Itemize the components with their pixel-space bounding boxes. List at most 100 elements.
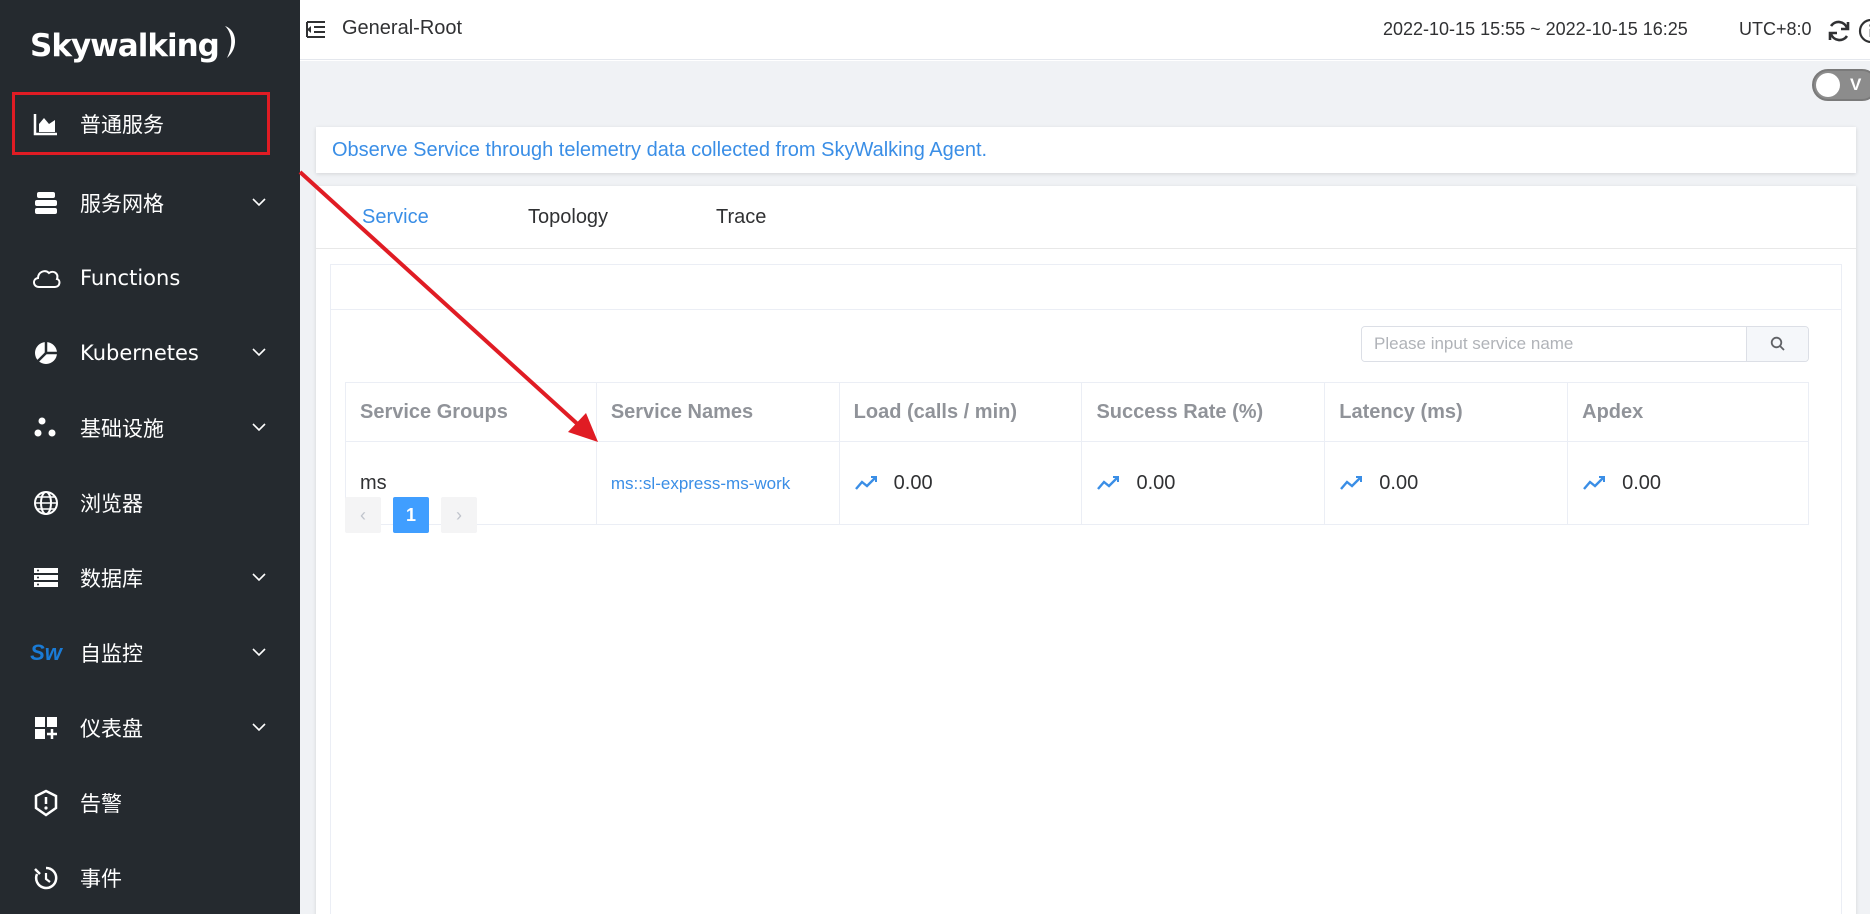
sidebar-item-label: 数据库 bbox=[80, 566, 143, 591]
sidebar-item-label: 服务网格 bbox=[80, 191, 164, 216]
visualize-toggle[interactable]: V bbox=[1812, 69, 1870, 101]
layer-description: Observe Service through telemetry data c… bbox=[332, 139, 988, 161]
load-value: 0.00 bbox=[893, 471, 933, 494]
latency-value: 0.00 bbox=[1379, 471, 1419, 494]
sidebar-item-infrastructure[interactable]: 基础设施 bbox=[0, 390, 300, 465]
service-list-widget: Service Groups Service Names Load (calls… bbox=[330, 264, 1842, 914]
service-search bbox=[1361, 326, 1809, 362]
sidebar-item-alarm[interactable]: 告警 bbox=[0, 765, 300, 840]
sidebar-item-label: 自监控 bbox=[80, 641, 143, 666]
latency-cell: 0.00 bbox=[1324, 441, 1569, 525]
refresh-icon[interactable] bbox=[1826, 18, 1852, 44]
success-rate-cell: 0.00 bbox=[1081, 441, 1326, 525]
main-content: Observe Service through telemetry data c… bbox=[300, 112, 1870, 914]
trend-line-icon[interactable] bbox=[1096, 475, 1120, 491]
sidebar-item-label: 普通服务 bbox=[80, 112, 164, 137]
sidebar-item-general-service[interactable]: 普通服务 bbox=[12, 92, 270, 155]
chevron-down-icon bbox=[252, 198, 266, 207]
chevron-down-icon bbox=[252, 573, 266, 582]
service-name-cell: ms::sl-express-ms-work bbox=[595, 441, 840, 525]
dots-cluster-icon bbox=[30, 412, 62, 444]
top-header: General-Root 2022-10-15 15:55 ~ 2022-10-… bbox=[300, 0, 1870, 60]
toggle-knob bbox=[1816, 73, 1840, 97]
sidebar-item-label: 事件 bbox=[80, 866, 122, 891]
metric-value: 0.00 bbox=[854, 472, 1082, 495]
layers-icon bbox=[30, 187, 62, 219]
search-icon bbox=[1770, 336, 1785, 351]
search-button[interactable] bbox=[1746, 327, 1808, 361]
widget-header bbox=[331, 265, 1841, 310]
globe-icon bbox=[30, 487, 62, 519]
area-chart-icon bbox=[30, 108, 62, 140]
dashboard-add-icon bbox=[30, 712, 62, 744]
tab-service[interactable]: Service bbox=[362, 206, 429, 229]
search-input[interactable] bbox=[1362, 327, 1746, 361]
timezone-label[interactable]: UTC+8:0 bbox=[1739, 19, 1812, 40]
page-number-button[interactable]: 1 bbox=[393, 497, 429, 533]
time-range-picker[interactable]: 2022-10-15 15:55 ~ 2022-10-15 16:25 bbox=[1383, 19, 1688, 40]
sidebar-item-database[interactable]: 数据库 bbox=[0, 540, 300, 615]
menu-fold-icon[interactable] bbox=[304, 18, 328, 42]
sidebar-item-label: 浏览器 bbox=[80, 491, 143, 516]
sidebar-item-label: 基础设施 bbox=[80, 416, 164, 441]
chevron-down-icon bbox=[252, 723, 266, 732]
table-row: ms ms::sl-express-ms-work 0.00 0.00 0.00… bbox=[345, 441, 1809, 525]
service-name-link[interactable]: ms::sl-express-ms-work bbox=[611, 474, 790, 493]
info-icon[interactable] bbox=[1858, 18, 1870, 44]
column-header: Latency (ms) bbox=[1324, 382, 1569, 442]
metric-value: 0.00 bbox=[1582, 472, 1808, 495]
chevron-down-icon bbox=[252, 348, 266, 357]
sidebar-item-self-observability[interactable]: Sw 自监控 bbox=[0, 615, 300, 690]
page-title: General-Root bbox=[342, 17, 463, 39]
metric-value: 0.00 bbox=[1096, 472, 1324, 495]
skywalking-logo[interactable]: Skywalking bbox=[30, 24, 241, 68]
trend-line-icon[interactable] bbox=[1582, 475, 1606, 491]
column-header: Load (calls / min) bbox=[838, 382, 1083, 442]
sw-logo-icon: Sw bbox=[30, 637, 62, 669]
sidebar-item-kubernetes[interactable]: Kubernetes bbox=[0, 315, 300, 390]
chevron-down-icon bbox=[252, 423, 266, 432]
logo-swoosh-icon bbox=[224, 26, 235, 58]
apdex-cell: 0.00 bbox=[1567, 441, 1809, 525]
load-cell: 0.00 bbox=[838, 441, 1083, 525]
sidebar-item-label: 告警 bbox=[80, 791, 122, 816]
metric-value: 0.00 bbox=[1339, 472, 1567, 495]
cloud-icon bbox=[30, 262, 62, 294]
sidebar-item-functions[interactable]: Functions bbox=[0, 240, 300, 315]
description-card: Observe Service through telemetry data c… bbox=[316, 127, 1856, 173]
trend-line-icon[interactable] bbox=[1339, 475, 1363, 491]
chevron-down-icon bbox=[252, 648, 266, 657]
sidebar-item-events[interactable]: 事件 bbox=[0, 840, 300, 914]
tab-bar: Service Topology Trace bbox=[316, 186, 1856, 249]
tab-trace[interactable]: Trace bbox=[716, 206, 766, 229]
sw-logo-text: Sw bbox=[30, 639, 62, 665]
column-header: Service Groups bbox=[345, 382, 597, 442]
logo-text: Skywalking bbox=[30, 28, 220, 64]
tab-topology[interactable]: Topology bbox=[528, 206, 608, 229]
event-clock-icon bbox=[30, 862, 62, 894]
next-page-button[interactable]: › bbox=[441, 497, 477, 533]
sidebar-item-service-mesh[interactable]: 服务网格 bbox=[0, 165, 300, 240]
column-header: Apdex bbox=[1567, 382, 1809, 442]
dashboard-card: Service Topology Trace Service Groups Se… bbox=[316, 186, 1856, 914]
prev-page-button[interactable]: ‹ bbox=[345, 497, 381, 533]
sidebar: Skywalking 普通服务 服务网格 Functions Kubernete… bbox=[0, 0, 300, 914]
toggle-text: V bbox=[1850, 75, 1862, 94]
server-stack-icon bbox=[30, 562, 62, 594]
sidebar-item-label: Kubernetes bbox=[80, 340, 199, 365]
sidebar-item-label: Functions bbox=[80, 265, 181, 290]
sidebar-item-label: 仪表盘 bbox=[80, 716, 143, 741]
apdex-value: 0.00 bbox=[1622, 471, 1662, 494]
toolbar-strip: V bbox=[300, 61, 1870, 112]
sidebar-item-dashboard[interactable]: 仪表盘 bbox=[0, 690, 300, 765]
trend-line-icon[interactable] bbox=[854, 475, 878, 491]
success-rate-value: 0.00 bbox=[1136, 471, 1176, 494]
sidebar-item-browser[interactable]: 浏览器 bbox=[0, 465, 300, 540]
service-table: Service Groups Service Names Load (calls… bbox=[345, 382, 1809, 525]
column-header: Success Rate (%) bbox=[1081, 382, 1326, 442]
sidebar-nav: 普通服务 服务网格 Functions Kubernetes 基础设施 浏览器 … bbox=[0, 90, 300, 914]
alert-shield-icon bbox=[30, 787, 62, 819]
pie-chart-icon bbox=[30, 337, 62, 369]
column-header: Service Names bbox=[595, 382, 840, 442]
pagination: ‹ 1 › bbox=[345, 497, 489, 533]
